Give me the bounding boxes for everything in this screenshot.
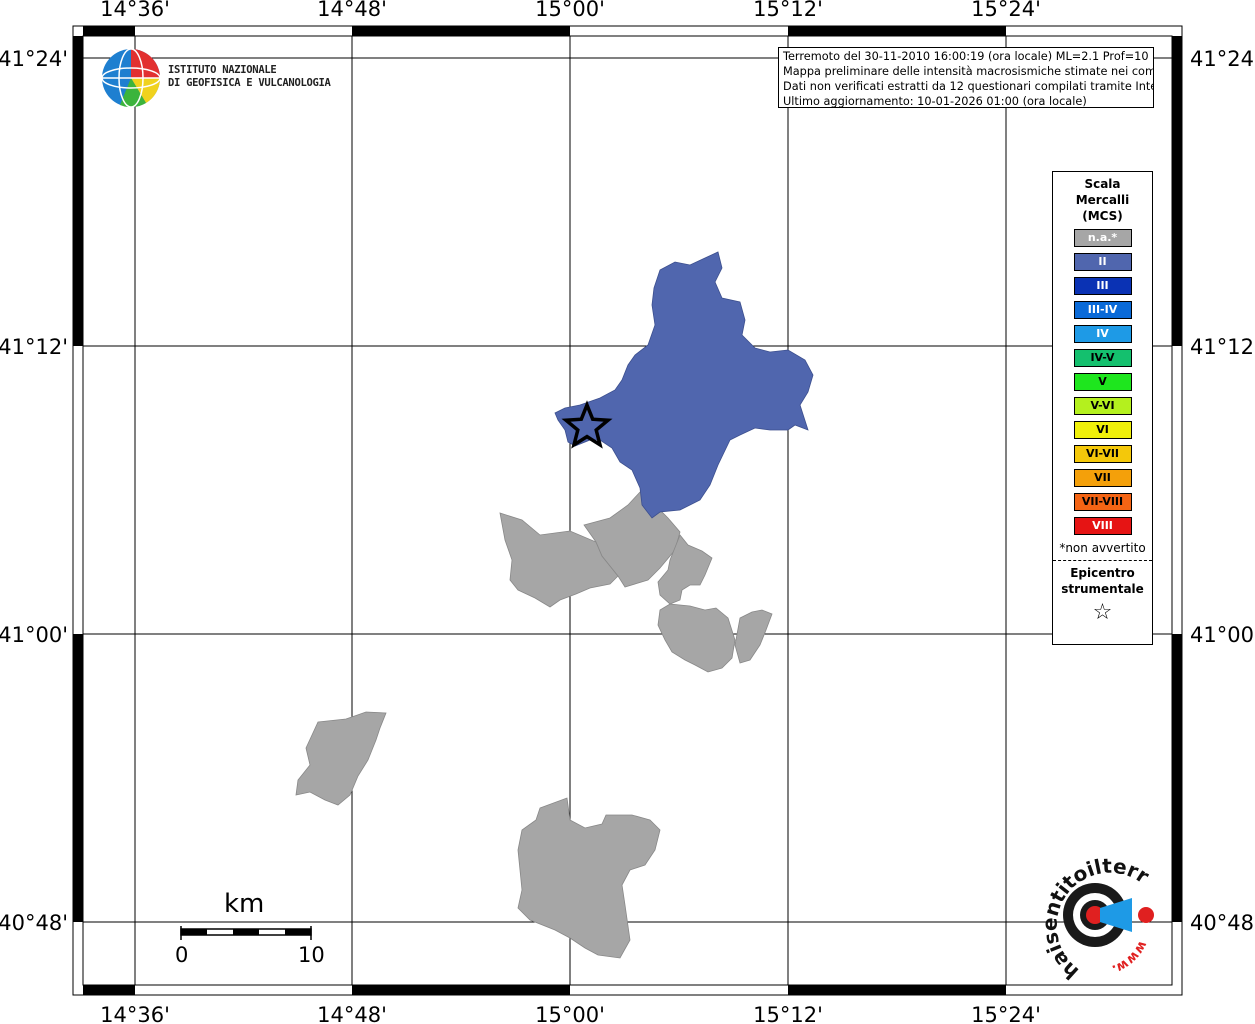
x-tick-labels-bottom: 14°36' 14°48' 15°00' 15°12' 15°24' [100, 1003, 1041, 1024]
y-tick-label: 41°24' [1190, 47, 1255, 71]
x-tick-label: 14°36' [100, 1003, 170, 1024]
legend-title-line: (MCS) [1082, 209, 1123, 223]
legend-swatch: VII-VIII [1073, 493, 1132, 511]
star-icon: ☆ [1092, 600, 1113, 625]
y-tick-label: 41°00' [0, 623, 68, 647]
institute-name-line2: DI GEOFISICA E VULCANOLOGIA [168, 77, 331, 89]
y-tick-label: 41°00' [1190, 623, 1255, 647]
y-tick-labels-left: 41°24' 41°12' 41°00' 40°48' [0, 47, 68, 935]
x-tick-label: 15°00' [535, 1003, 605, 1024]
legend-swatch: V-VI [1073, 397, 1132, 415]
legend-swatch: III [1073, 277, 1132, 295]
legend-swatch: VII [1073, 469, 1132, 487]
scale-max-label: 10 [298, 943, 325, 967]
institute-name-line1: ISTITUTO NAZIONALE [168, 64, 277, 76]
legend-swatch: VI [1073, 421, 1132, 439]
legend-divider [1053, 560, 1152, 561]
y-tick-label: 40°48' [0, 911, 68, 935]
x-tick-label: 14°36' [100, 0, 170, 21]
event-info-line: Terremoto del 30-11-2010 16:00:19 (ora l… [783, 50, 1154, 63]
y-tick-labels-right: 41°24' 41°12' 41°00' 40°48' [1190, 47, 1255, 935]
legend-swatch: VI-VII [1073, 445, 1132, 463]
legend-title-line: Mercalli [1075, 193, 1130, 207]
ingv-logo-icon [101, 48, 161, 108]
event-info-line: Ultimo aggiornamento: 10-01-2026 01:00 (… [783, 95, 1087, 108]
x-tick-label: 15°24' [971, 0, 1041, 21]
event-info-line: Mappa preliminare delle intensità macros… [783, 65, 1154, 78]
institute-name: ISTITUTO NAZIONALE DI GEOFISICA E VULCAN… [168, 64, 331, 90]
y-tick-label: 40°48' [1190, 911, 1255, 935]
legend-swatch: II [1073, 253, 1132, 271]
y-tick-label: 41°24' [0, 47, 68, 71]
legend-title: Scala Mercalli (MCS) [1053, 176, 1152, 224]
x-tick-label: 14°48' [317, 1003, 387, 1024]
event-info-line: Dati non verificati estratti da 12 quest… [783, 80, 1154, 93]
scale-min-label: 0 [175, 943, 189, 967]
legend-swatch: n.a.* [1073, 229, 1132, 247]
legend-note: *non avvertito [1059, 541, 1146, 555]
intensity-legend: Scala Mercalli (MCS) n.a.* II III III-IV IV I… [1052, 171, 1153, 645]
x-tick-label: 15°12' [753, 1003, 823, 1024]
legend-swatch: IV [1073, 325, 1132, 343]
x-tick-label: 15°12' [753, 0, 823, 21]
legend-swatch: VIII [1073, 517, 1132, 535]
legend-epicentre-label: Epicentro strumentale [1053, 565, 1152, 597]
legend-epicentre-line: Epicentro [1070, 566, 1135, 580]
x-tick-label: 15°00' [535, 0, 605, 21]
legend-swatch: V [1073, 373, 1132, 391]
x-tick-label: 15°24' [971, 1003, 1041, 1024]
y-tick-label: 41°12' [1190, 335, 1255, 359]
x-tick-label: 14°48' [317, 0, 387, 21]
y-tick-label: 41°12' [0, 335, 68, 359]
legend-items: n.a.* II III III-IV IV IV-V V V-VI VI VI-VII VII VI… [1053, 229, 1152, 535]
legend-epicentre-line: strumentale [1061, 582, 1144, 596]
event-info-box: Terremoto del 30-11-2010 16:00:19 (ora l… [778, 47, 1154, 108]
legend-swatch: IV-V [1073, 349, 1132, 367]
legend-title-line: Scala [1084, 177, 1121, 191]
x-tick-labels-top: 14°36' 14°48' 15°00' 15°12' 15°24' [100, 0, 1041, 21]
scale-unit: km [224, 889, 265, 919]
legend-swatch: III-IV [1073, 301, 1132, 319]
